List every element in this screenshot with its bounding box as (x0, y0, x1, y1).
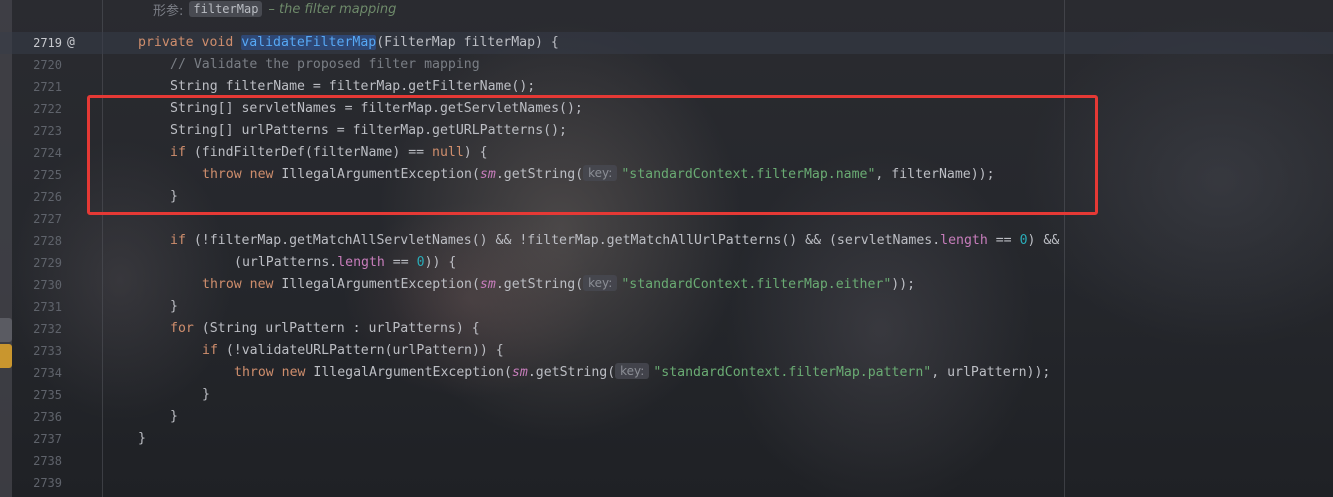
doc-hint-description: – the filter mapping (268, 1, 397, 17)
code-text[interactable]: } (138, 428, 146, 450)
code-line-2730[interactable]: 2730 throw new IllegalArgumentException(… (0, 274, 1333, 296)
line-number[interactable]: 2739 (22, 472, 62, 494)
keyword: throw (234, 365, 274, 380)
code-line-2734[interactable]: 2734 throw new IllegalArgumentException(… (0, 362, 1333, 384)
code-line-2719[interactable]: 2719 @ private void validateFilterMap(Fi… (0, 32, 1333, 54)
code-fragment: .getString( (527, 365, 616, 380)
line-number[interactable]: 2734 (22, 362, 62, 384)
code-line-2729[interactable]: 2729 (urlPatterns.length == 0)) { (0, 252, 1333, 274)
field-ref: length (337, 255, 385, 270)
keyword: private (138, 35, 194, 50)
param-name-hint: key: (583, 275, 618, 291)
line-number[interactable]: 2732 (22, 318, 62, 340)
code-line-2733[interactable]: 2733 if (!validateURLPattern(urlPattern)… (0, 340, 1333, 362)
number-literal: 0 (1019, 233, 1028, 248)
line-number[interactable]: 2729 (22, 252, 62, 274)
doc-hint-param: filterMap (189, 1, 263, 17)
method-name-highlight[interactable]: validateFilterMap (241, 35, 377, 50)
code-line-2738[interactable]: 2738 (0, 450, 1333, 472)
code-line-2739[interactable]: 2739 (0, 472, 1333, 494)
keyword: throw (202, 277, 242, 292)
code-text[interactable]: throw new IllegalArgumentException(sm.ge… (234, 362, 1050, 384)
at-override-icon[interactable]: @ (67, 32, 75, 54)
comment-text: // Validate the proposed filter mapping (170, 57, 480, 72)
code-fragment: IllegalArgumentException( (305, 365, 512, 380)
code-line-2732[interactable]: 2732 for (String urlPattern : urlPattern… (0, 318, 1333, 340)
code-fragment: IllegalArgumentException( (273, 277, 480, 292)
inlay-doc-hint: 形参: filterMap – the filter mapping (153, 0, 397, 19)
line-number[interactable]: 2731 (22, 296, 62, 318)
number-literal: 0 (416, 255, 425, 270)
line-number[interactable]: 2728 (22, 230, 62, 252)
code-text[interactable]: } (202, 384, 210, 406)
code-fragment: ) && (1027, 233, 1060, 248)
code-fragment: (urlPatterns. (234, 255, 338, 270)
string-literal: "standardContext.filterMap.either" (621, 277, 892, 292)
keyword: void (201, 35, 234, 50)
code-fragment: (FilterMap filterMap) { (376, 35, 559, 50)
code-fragment: (!validateURLPattern(urlPattern)) { (217, 343, 504, 358)
line-number[interactable]: 2721 (22, 76, 62, 98)
code-fragment: (String urlPattern : urlPatterns) { (193, 321, 480, 336)
keyword: new (249, 277, 274, 292)
code-fragment: , urlPattern)); (931, 365, 1051, 380)
code-text[interactable]: if (!validateURLPattern(urlPattern)) { (202, 340, 504, 362)
line-number[interactable]: 2726 (22, 186, 62, 208)
field-ref: length (940, 233, 988, 248)
code-text[interactable]: for (String urlPattern : urlPatterns) { (170, 318, 480, 340)
code-fragment: == (384, 255, 417, 270)
code-text[interactable]: (urlPatterns.length == 0)) { (234, 252, 456, 274)
code-line-2737[interactable]: 2737 } (0, 428, 1333, 450)
param-name-hint: key: (615, 363, 650, 379)
code-text[interactable]: if (!filterMap.getMatchAllServletNames()… (170, 230, 1059, 252)
line-number[interactable]: 2730 (22, 274, 62, 296)
line-number[interactable]: 2724 (22, 142, 62, 164)
code-line-2736[interactable]: 2736 } (0, 406, 1333, 428)
code-fragment: )); (891, 277, 916, 292)
code-comment[interactable]: // Validate the proposed filter mapping (170, 54, 480, 76)
keyword: new (281, 365, 306, 380)
line-number[interactable]: 2723 (22, 120, 62, 142)
code-line-2720[interactable]: 2720 // Validate the proposed filter map… (0, 54, 1333, 76)
code-text[interactable]: throw new IllegalArgumentException(sm.ge… (202, 274, 915, 296)
code-text[interactable]: } (170, 296, 178, 318)
line-number[interactable]: 2737 (22, 428, 62, 450)
field-ref: sm (479, 277, 496, 292)
keyword: if (202, 343, 218, 358)
code-fragment: == (987, 233, 1020, 248)
code-fragment: (!filterMap.getMatchAllServletNames() &&… (185, 233, 941, 248)
line-number[interactable]: 2736 (22, 406, 62, 428)
line-number[interactable]: 2725 (22, 164, 62, 186)
code-text[interactable]: } (170, 406, 178, 428)
line-number[interactable]: 2720 (22, 54, 62, 76)
code-text[interactable]: private void validateFilterMap(FilterMap… (138, 32, 559, 54)
line-number[interactable]: 2722 (22, 98, 62, 120)
keyword: if (170, 233, 186, 248)
code-line-2728[interactable]: 2728 if (!filterMap.getMatchAllServletNa… (0, 230, 1333, 252)
line-number[interactable]: 2733 (22, 340, 62, 362)
code-fragment: .getString( (495, 277, 584, 292)
code-line-2731[interactable]: 2731 } (0, 296, 1333, 318)
field-ref: sm (511, 365, 528, 380)
keyword: for (170, 321, 194, 336)
line-number[interactable]: 2738 (22, 450, 62, 472)
string-literal: "standardContext.filterMap.pattern" (653, 365, 932, 380)
line-number[interactable]: 2735 (22, 384, 62, 406)
annotation-highlight-box (87, 95, 1098, 215)
line-number[interactable]: 2719 (22, 32, 62, 54)
line-number[interactable]: 2727 (22, 208, 62, 230)
doc-hint-label: 形参: (153, 3, 184, 19)
code-line-2735[interactable]: 2735 } (0, 384, 1333, 406)
code-fragment: )) { (424, 255, 457, 270)
